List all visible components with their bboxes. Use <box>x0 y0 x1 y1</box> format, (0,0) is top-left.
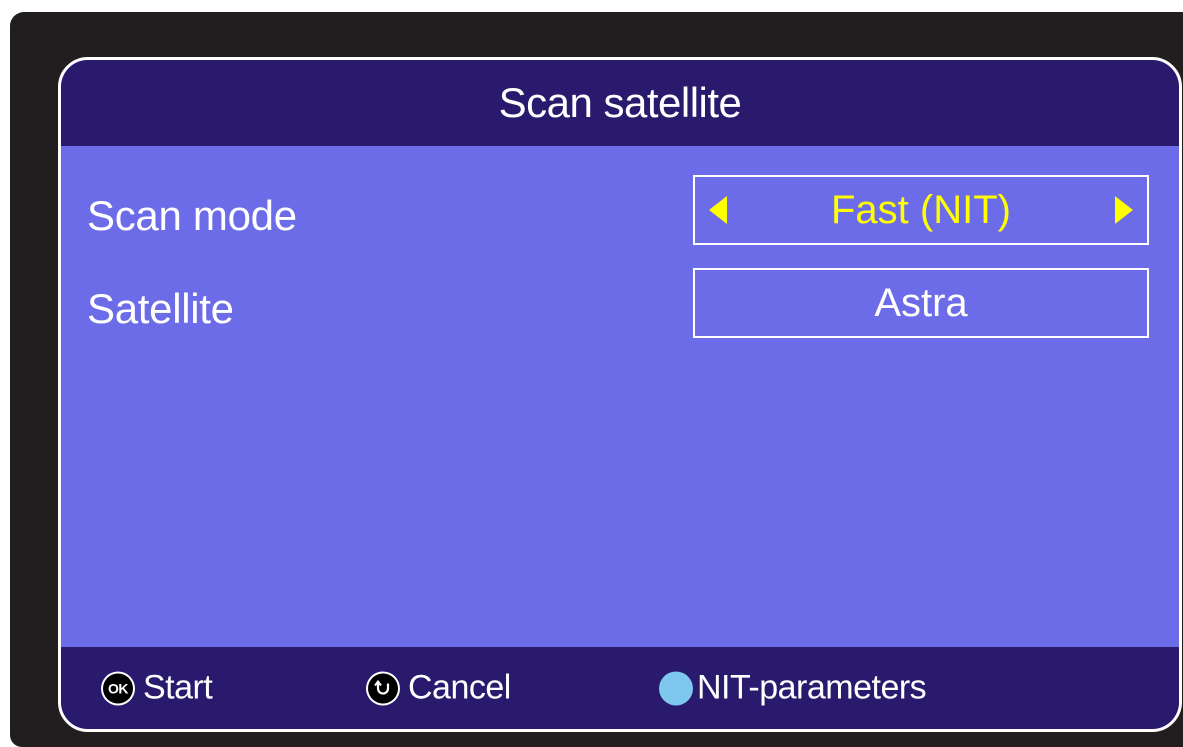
back-arrow-icon <box>366 671 400 705</box>
start-label: Start <box>143 668 213 707</box>
satellite-selector[interactable]: Astra <box>693 268 1149 338</box>
nit-parameters-label: NIT-parameters <box>697 668 927 707</box>
start-hint[interactable]: OK Start <box>101 668 213 708</box>
left-arrow-icon[interactable] <box>709 196 727 224</box>
dialog-title: Scan satellite <box>61 60 1179 146</box>
satellite-value: Astra <box>874 280 968 325</box>
satellite-label: Satellite <box>87 285 234 332</box>
cancel-label: Cancel <box>408 668 511 707</box>
nit-parameters-hint[interactable]: NIT-parameters <box>659 668 927 708</box>
tv-screen: Scan satellite Scan mode Fast (NIT) Sate… <box>10 12 1183 747</box>
ok-button-icon: OK <box>101 671 135 705</box>
scan-satellite-dialog: Scan satellite Scan mode Fast (NIT) Sate… <box>58 57 1182 732</box>
button-hint-bar: OK Start Cancel NIT-parameters <box>61 647 1179 729</box>
scan-mode-label: Scan mode <box>87 192 297 239</box>
scan-mode-value: Fast (NIT) <box>831 187 1011 232</box>
right-arrow-icon[interactable] <box>1115 196 1133 224</box>
blue-button-icon <box>659 671 693 705</box>
scan-mode-selector[interactable]: Fast (NIT) <box>693 175 1149 245</box>
cancel-hint[interactable]: Cancel <box>366 669 511 708</box>
return-arrow-icon <box>374 679 390 695</box>
